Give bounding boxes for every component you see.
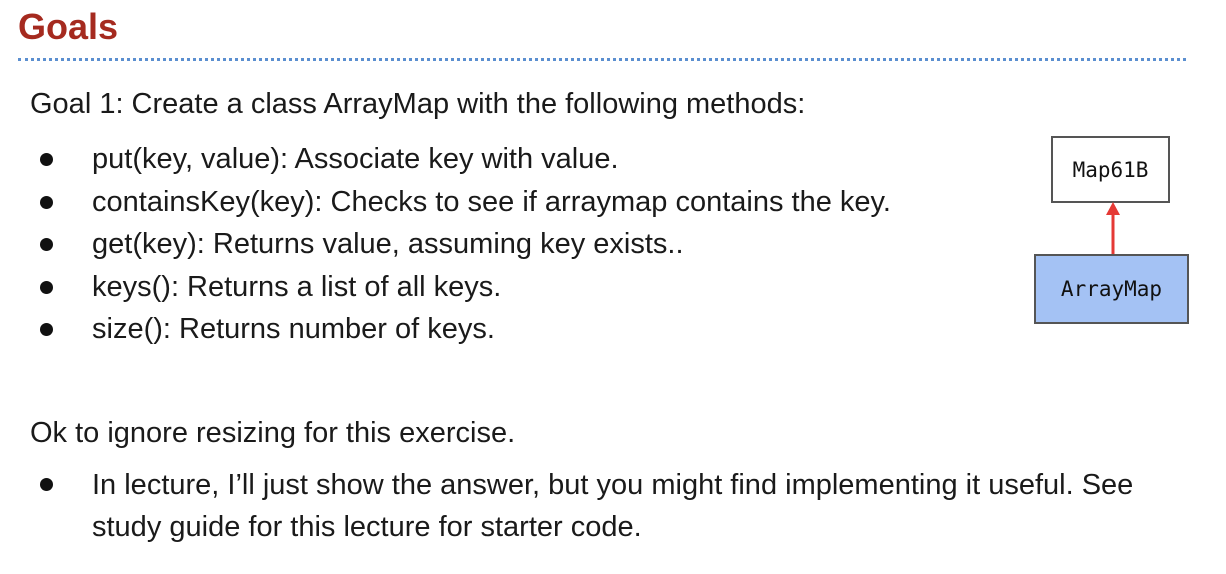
resizing-note: Ok to ignore resizing for this exercise. <box>30 417 516 449</box>
uml-parent-box: Map61B <box>1051 136 1170 203</box>
bullet-icon <box>40 153 53 166</box>
slide-title: Goals <box>18 6 119 47</box>
goal-statement: Goal 1: Create a class ArrayMap with the… <box>30 88 806 120</box>
method-text: get(key): Returns value, assuming key ex… <box>92 228 684 260</box>
uml-child-box: ArrayMap <box>1034 254 1189 324</box>
bullet-icon <box>40 238 53 251</box>
bullet-icon <box>40 195 53 209</box>
list-item: put(key, value): Associate key with valu… <box>30 138 891 181</box>
method-text: keys(): Returns a list of all keys. <box>92 270 502 303</box>
uml-parent-label: Map61B <box>1072 157 1149 182</box>
bullet-icon <box>40 280 53 294</box>
method-text: size(): Returns number of keys. <box>92 313 495 345</box>
title-divider <box>18 58 1186 61</box>
inheritance-arrow-icon <box>1106 202 1120 256</box>
bullet-icon <box>40 323 53 336</box>
method-list: put(key, value): Associate key with valu… <box>30 138 891 351</box>
bullet-icon <box>40 478 53 491</box>
note-text: In lecture, I’ll just show the answer, b… <box>92 469 1134 543</box>
list-item: containsKey(key): Checks to see if array… <box>30 181 891 224</box>
uml-child-label: ArrayMap <box>1060 277 1163 301</box>
method-text: put(key, value): Associate key with valu… <box>92 143 619 175</box>
note-list: In lecture, I’ll just show the answer, b… <box>30 464 1152 548</box>
method-text: containsKey(key): Checks to see if array… <box>92 185 891 218</box>
list-item: get(key): Returns value, assuming key ex… <box>30 223 891 266</box>
list-item: size(): Returns number of keys. <box>30 308 891 351</box>
list-item: In lecture, I’ll just show the answer, b… <box>30 464 1152 548</box>
list-item: keys(): Returns a list of all keys. <box>30 266 891 309</box>
